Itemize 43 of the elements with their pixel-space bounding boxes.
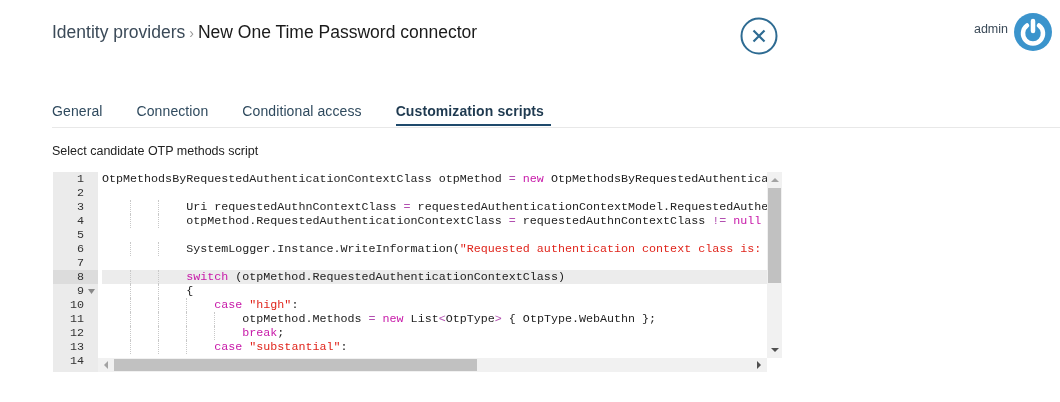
line-number: 13	[68, 340, 84, 354]
line-number: 5	[76, 228, 84, 242]
line-number: 14	[68, 354, 84, 368]
line-number: 10	[68, 298, 84, 312]
page-title: New One Time Password connector	[197, 22, 478, 42]
code-editor[interactable]	[53, 172, 782, 372]
power-icon[interactable]	[1013, 12, 1053, 52]
code-line: otpMethod.RequestedAuthenticationContextClass = requestedAuthnContextClass != null	[185, 214, 762, 228]
tab[interactable]: Conditional access	[242, 84, 362, 126]
line-number: 11	[68, 312, 84, 326]
line-number: 4	[76, 214, 84, 228]
line-number: 7	[76, 256, 84, 270]
line-number: 12	[68, 326, 84, 340]
user-name[interactable]: admin	[973, 22, 1008, 36]
scroll-thumb[interactable]	[114, 359, 477, 371]
code-line: SystemLogger.Instance.WriteInformation("Requested authentication context class is:	[185, 242, 762, 256]
line-number: 1	[76, 172, 84, 186]
breadcrumb-separator: ›	[189, 25, 194, 41]
code-line: case "high":	[213, 298, 299, 312]
line-number: 6	[76, 242, 84, 256]
code-line: Uri requestedAuthnContextClass = requestedAuthenticationContextModel.RequestedAuthe	[185, 200, 767, 214]
scroll-down-icon[interactable]	[770, 348, 779, 352]
code-line: case "substantial":	[213, 340, 348, 354]
line-number: 2	[76, 186, 84, 200]
field-label: Select candidate OTP methods script	[52, 144, 260, 158]
scroll-thumb[interactable]	[768, 188, 781, 283]
code-line: otpMethod.Methods = new List<OtpType> { OtpType.WebAuthn };	[241, 312, 657, 326]
code-line: break;	[241, 326, 285, 340]
breadcrumb-link[interactable]: Identity providers	[52, 22, 186, 42]
vertical-scrollbar[interactable]	[767, 172, 782, 358]
tab[interactable]: General	[52, 84, 103, 126]
tab[interactable]: Customization scripts	[395, 84, 551, 126]
horizontal-scrollbar[interactable]	[98, 358, 767, 372]
line-number: 8	[76, 270, 84, 284]
code-line: switch (otpMethod.RequestedAuthenticationContextClass)	[185, 270, 565, 284]
scroll-right-icon[interactable]	[757, 361, 761, 369]
code-line: {	[185, 284, 194, 298]
line-number: 3	[76, 200, 84, 214]
line-number: 9	[76, 284, 84, 298]
tab[interactable]: Connection	[136, 84, 209, 126]
scroll-up-icon[interactable]	[770, 178, 779, 182]
fold-icon[interactable]	[87, 288, 95, 294]
scroll-left-icon[interactable]	[104, 361, 108, 369]
